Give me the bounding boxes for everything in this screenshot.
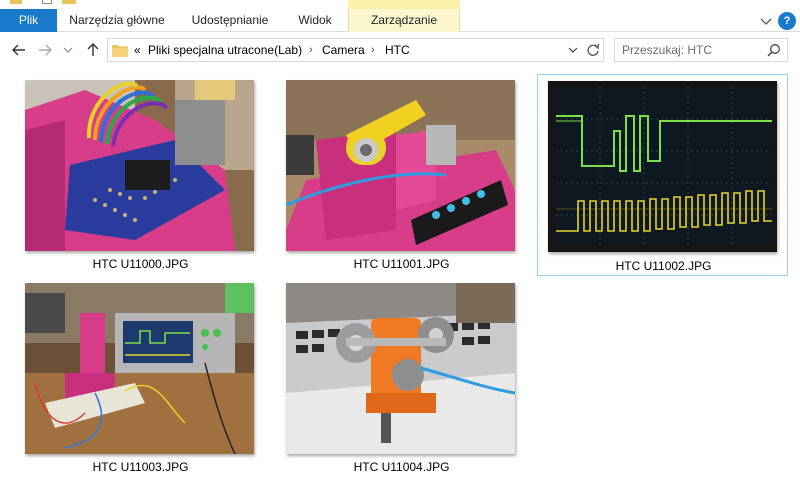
- tab-file[interactable]: Plik: [0, 9, 57, 32]
- search-box[interactable]: [614, 38, 788, 62]
- image-thumbnail[interactable]: [25, 283, 254, 454]
- file-item[interactable]: HTC U11002.JPG: [537, 74, 788, 276]
- ribbon-tabs: Plik Narzędzia główne Udostępnianie Wido…: [0, 9, 800, 32]
- refresh-icon[interactable]: [585, 42, 601, 58]
- file-item[interactable]: HTC U11000.JPG: [15, 67, 266, 271]
- tab-share[interactable]: Udostępnianie: [177, 9, 283, 32]
- chevron-down-icon[interactable]: [757, 12, 775, 30]
- file-name: HTC U11003.JPG: [92, 460, 189, 474]
- breadcrumb-overflow[interactable]: «: [134, 39, 141, 61]
- navigation-bar: « Pliki specjalna utracone(Lab) › Camera…: [0, 33, 800, 67]
- chevron-down-icon[interactable]: [567, 44, 579, 56]
- back-arrow-icon[interactable]: [10, 41, 28, 59]
- file-item[interactable]: HTC U11003.JPG: [15, 270, 266, 474]
- image-thumbnail[interactable]: [286, 80, 515, 251]
- search-icon[interactable]: [767, 43, 781, 57]
- tab-manage[interactable]: Zarządzanie: [348, 9, 460, 32]
- breadcrumb-separator[interactable]: ›: [309, 39, 313, 61]
- properties-icon[interactable]: [42, 0, 52, 4]
- forward-arrow-icon[interactable]: [36, 41, 54, 59]
- image-thumbnail[interactable]: [548, 81, 777, 252]
- image-thumbnail[interactable]: [25, 80, 254, 251]
- context-tab-header: [348, 0, 460, 9]
- file-name: HTC U11004.JPG: [353, 460, 450, 474]
- breadcrumb-item-htc[interactable]: HTC: [385, 39, 410, 61]
- file-name: HTC U11001.JPG: [353, 257, 450, 271]
- folder-icon: [112, 45, 128, 57]
- search-input[interactable]: [615, 39, 765, 61]
- address-bar[interactable]: « Pliki specjalna utracone(Lab) › Camera…: [107, 38, 604, 62]
- breadcrumb-item-lab[interactable]: Pliki specjalna utracone(Lab): [148, 39, 302, 61]
- recent-locations-icon[interactable]: [62, 41, 74, 59]
- image-thumbnail[interactable]: [286, 283, 515, 454]
- breadcrumb-separator[interactable]: ›: [371, 39, 375, 61]
- tab-home[interactable]: Narzędzia główne: [57, 9, 177, 32]
- up-arrow-icon[interactable]: [84, 41, 102, 59]
- folder-icon: [10, 0, 22, 4]
- file-list-view: HTC U11000.JPG HTC U11001.JPG HTC U11002…: [0, 67, 800, 480]
- file-name: HTC U11002.JPG: [615, 259, 712, 273]
- title-bar: [0, 0, 800, 9]
- new-folder-icon[interactable]: [62, 0, 76, 4]
- file-name: HTC U11000.JPG: [92, 257, 189, 271]
- file-item[interactable]: HTC U11001.JPG: [276, 67, 527, 271]
- breadcrumb-item-camera[interactable]: Camera: [322, 39, 365, 61]
- file-item[interactable]: HTC U11004.JPG: [276, 270, 527, 474]
- help-icon[interactable]: ?: [778, 12, 796, 30]
- tab-view[interactable]: Widok: [283, 9, 347, 32]
